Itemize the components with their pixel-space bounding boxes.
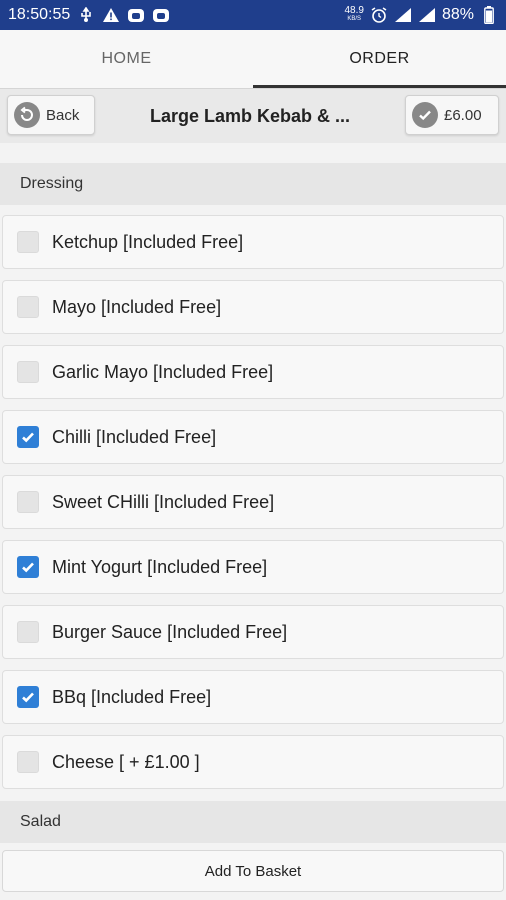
option-label: Mayo [Included Free] (52, 296, 222, 317)
usb-icon (77, 6, 95, 24)
app-notification-icon (152, 6, 170, 24)
back-arrow-icon (14, 102, 40, 128)
item-price: £6.00 (444, 106, 482, 124)
alarm-icon (370, 6, 388, 24)
option-checkbox[interactable] (17, 231, 39, 253)
item-header: Back Large Lamb Kebab & ... £6.00 (0, 88, 506, 143)
checkmark-icon (22, 432, 34, 443)
option-checkbox[interactable] (17, 751, 39, 773)
option-label: Chilli [Included Free] (52, 426, 217, 447)
option-checkbox[interactable] (17, 491, 39, 513)
option-checkbox[interactable] (17, 621, 39, 643)
option-row[interactable]: Burger Sauce [Included Free] (2, 605, 504, 659)
checkmark-icon (22, 692, 34, 703)
option-row[interactable]: Mayo [Included Free] (2, 280, 504, 334)
back-button[interactable]: Back (7, 95, 95, 135)
option-label: BBq [Included Free] (52, 686, 212, 707)
warning-icon (102, 6, 120, 24)
option-row[interactable]: BBq [Included Free] (2, 670, 504, 724)
option-label: Cheese [ + £1.00 ] (52, 751, 200, 772)
battery-icon (480, 6, 498, 24)
app-notification-icon (127, 6, 145, 24)
option-row[interactable]: Cheese [ + £1.00 ] (2, 735, 504, 789)
option-row[interactable]: Chilli [Included Free] (2, 410, 504, 464)
check-circle-icon (412, 102, 438, 128)
status-bar: 18:50:55 48.9 KB/S 88% (0, 0, 506, 30)
option-checkbox[interactable] (17, 556, 39, 578)
status-time: 18:50:55 (8, 6, 71, 23)
tab-order[interactable]: ORDER (253, 30, 506, 88)
option-label: Mint Yogurt [Included Free] (52, 556, 268, 577)
battery-percent: 88% (441, 6, 474, 23)
option-checkbox[interactable] (17, 361, 39, 383)
confirm-price-button[interactable]: £6.00 (405, 95, 499, 135)
network-speed-value: 48.9 (344, 5, 364, 16)
option-label: Sweet CHilli [Included Free] (52, 491, 275, 512)
item-title: Large Lamb Kebab & ... (149, 105, 351, 126)
checkmark-icon (22, 562, 34, 573)
option-checkbox[interactable] (17, 296, 39, 318)
option-row[interactable]: Mint Yogurt [Included Free] (2, 540, 504, 594)
signal-icon (394, 6, 412, 24)
option-checkbox[interactable] (17, 426, 39, 448)
status-right: 48.9 KB/S 88% (345, 6, 506, 24)
signal-icon (418, 6, 436, 24)
option-label: Ketchup [Included Free] (52, 231, 244, 252)
network-speed-unit: KB/S (347, 16, 362, 22)
section-header-salad: Salad (0, 801, 506, 843)
option-label: Burger Sauce [Included Free] (52, 621, 288, 642)
network-speed: 48.9 KB/S (345, 6, 364, 24)
tab-home[interactable]: HOME (0, 30, 253, 88)
option-row[interactable]: Garlic Mayo [Included Free] (2, 345, 504, 399)
status-left: 18:50:55 (0, 6, 170, 24)
option-row[interactable]: Sweet CHilli [Included Free] (2, 475, 504, 529)
add-to-basket-button[interactable]: Add To Basket (2, 850, 504, 892)
back-button-label: Back (46, 106, 80, 124)
option-row[interactable]: Ketchup [Included Free] (2, 215, 504, 269)
option-label: Garlic Mayo [Included Free] (52, 361, 274, 382)
tab-bar: HOME ORDER (0, 30, 506, 88)
option-checkbox[interactable] (17, 686, 39, 708)
section-header-dressing: Dressing (0, 163, 506, 205)
